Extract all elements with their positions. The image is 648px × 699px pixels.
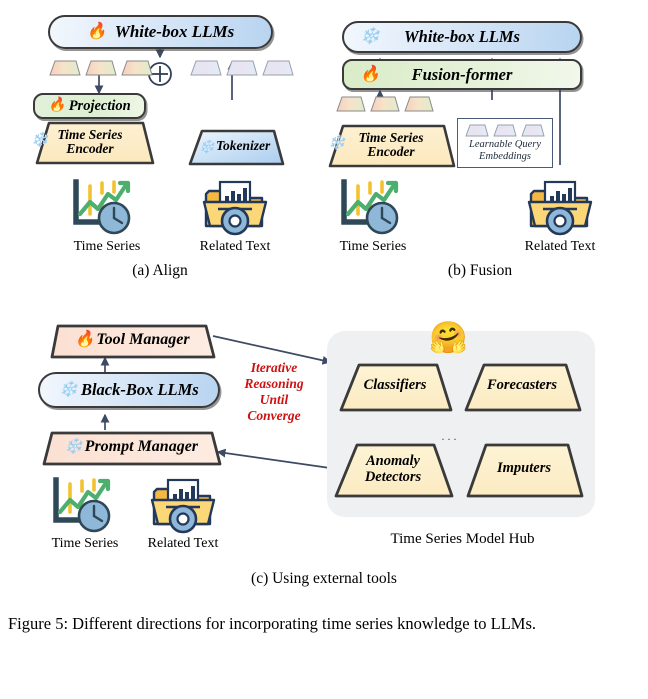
related-text-folder-icon (202, 180, 268, 236)
panel-c-llm-label: Black-Box LLMs (80, 380, 199, 399)
panel-a-timeseries-label: Time Series (73, 239, 141, 254)
panel-a-input-timeseries (68, 176, 142, 238)
panel-b-fusion-box[interactable]: 🔥 Fusion-former (342, 59, 582, 90)
time-series-chart-icon (341, 179, 399, 235)
hugging-face-icon: 🤗 (429, 320, 468, 355)
panel-b-fusion-label: Fusion-former (411, 64, 513, 84)
flame-icon: 🔥 (360, 65, 380, 83)
snowflake-icon: ❄️ (360, 28, 380, 45)
panel-b-query-tokens (465, 124, 545, 137)
hub-model-classifiers[interactable]: Classifiers (337, 360, 453, 412)
hub-model-forecasters[interactable]: Forecasters (462, 360, 582, 412)
time-series-chart-icon (53, 477, 111, 533)
panel-c-relatedtext-label: Related Text (147, 536, 219, 551)
panel-b-query-embeddings-box[interactable]: Learnable Query Embeddings (457, 118, 553, 168)
flame-icon: 🔥 (86, 23, 107, 40)
hub-model-anomaly-detectors[interactable]: Anomaly Detectors (332, 440, 454, 498)
panel-c-input-relatedtext (148, 474, 218, 536)
flame-icon: 🔥 (48, 98, 66, 113)
snowflake-icon: ❄️ (59, 381, 78, 398)
hub-model-imputers[interactable]: Imputers (464, 440, 584, 498)
panel-b-llm-label: White-box LLMs (404, 27, 520, 46)
loop-text-line1: Iterative (250, 360, 298, 375)
panel-a-ts-tokens (49, 60, 153, 76)
panel-a-projection-box[interactable]: 🔥 Projection (33, 93, 146, 119)
panel-a-llm-label: White-box LLMs (114, 22, 235, 41)
panel-b-relatedtext-label: Related Text (524, 239, 596, 254)
panel-b-query-label-line2: Embeddings (479, 151, 531, 163)
panel-a-relatedtext-label: Related Text (199, 239, 271, 254)
subcaption-c: (c) Using external tools (251, 570, 397, 587)
loop-text-line2: Reasoning (244, 375, 304, 391)
panel-c-timeseries-label: Time Series (51, 536, 119, 551)
panel-a-text-tokens (190, 60, 294, 76)
panel-b-input-timeseries (336, 176, 410, 238)
panel-b-llm-box[interactable]: ❄️ White-box LLMs (342, 21, 582, 53)
loop-text-line4: Converge (247, 407, 301, 423)
panel-b-encoder-trapezoid[interactable]: ❄️ Time Series Encoder (326, 122, 456, 168)
panel-c-prompt-manager[interactable]: ❄️ Prompt Manager (40, 428, 222, 466)
panel-a-projection-label: Projection (68, 97, 131, 114)
panel-b-ts-tokens (336, 96, 434, 112)
panel-c-llm-box[interactable]: ❄️ Black-Box LLMs (38, 372, 220, 408)
related-text-folder-icon (527, 180, 593, 236)
figure-caption: Figure 5: Different directions for incor… (8, 614, 537, 633)
panel-c-input-timeseries (48, 474, 122, 536)
panel-b-input-relatedtext (525, 176, 595, 238)
figure-container: 🔥 White-box LLMs 🔥 Projection ❄️ Time Se… (0, 0, 648, 699)
panel-a-encoder-trapezoid[interactable]: ❄️ Time Series Encoder (25, 119, 155, 165)
panel-b-query-label-line1: Learnable Query (468, 139, 542, 150)
subcaption-a: (a) Align (132, 262, 188, 279)
hub-title: Time Series Model Hub (390, 531, 535, 547)
time-series-chart-icon (73, 179, 131, 235)
panel-b-timeseries-label: Time Series (339, 239, 407, 254)
panel-c-loop-text: Iterative Reasoning Until Converge (222, 360, 326, 424)
panel-a-tokenizer-trapezoid[interactable]: ❄️ Tokenizer (182, 126, 287, 166)
panel-a-input-relatedtext (200, 176, 270, 238)
loop-text-line3: Until (259, 391, 289, 407)
subcaption-b: (b) Fusion (447, 262, 513, 279)
panel-a-llm-box[interactable]: 🔥 White-box LLMs (48, 15, 273, 49)
panel-c-tool-manager[interactable]: 🔥 Tool Manager (48, 321, 216, 359)
related-text-folder-icon (150, 478, 216, 534)
